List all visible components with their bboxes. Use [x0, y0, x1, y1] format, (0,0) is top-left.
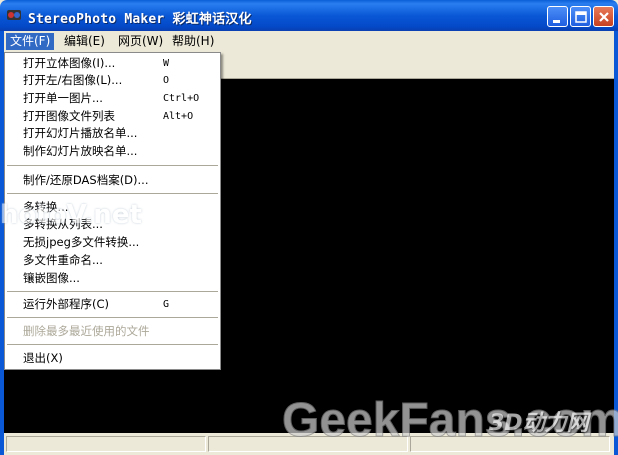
menu-item-open-left-right[interactable]: 打开左/右图像(L)... O: [5, 72, 220, 89]
menu-item-make-slideshow[interactable]: 制作幻灯片放映名单...: [5, 143, 220, 160]
menu-item-open-slideshow[interactable]: 打开幻灯片播放名单...: [5, 125, 220, 142]
menu-separator: [7, 317, 218, 318]
menu-item-das-archive[interactable]: 制作/还原DAS档案(D)...: [5, 172, 220, 189]
menu-item-mosaic[interactable]: 镶嵌图像...: [5, 270, 220, 287]
maximize-button[interactable]: [570, 6, 591, 27]
menu-web[interactable]: 网页(W): [114, 33, 167, 50]
menu-item-exit[interactable]: 退出(X): [5, 350, 220, 367]
menu-item-lossless-jpeg[interactable]: 无损jpeg多文件转换...: [5, 234, 220, 251]
menu-edit[interactable]: 编辑(E): [60, 33, 109, 50]
menu-help[interactable]: 帮助(H): [168, 33, 218, 50]
close-button[interactable]: [593, 6, 614, 27]
window-border-right: [614, 31, 618, 455]
menu-item-open-list[interactable]: 打开图像文件列表 Alt+O: [5, 108, 220, 125]
menu-item-open-stereo[interactable]: 打开立体图像(I)... W: [5, 55, 220, 72]
maximize-icon: [575, 11, 587, 23]
minimize-button[interactable]: [547, 6, 568, 27]
watermark-brand: 3D动力网: [489, 411, 589, 436]
menu-separator: [7, 344, 218, 345]
menu-item-open-single[interactable]: 打开单一图片... Ctrl+O: [5, 90, 220, 107]
menu-bar: 文件(F) 编辑(E) 网页(W) 帮助(H): [4, 31, 614, 52]
close-icon: [599, 12, 609, 22]
menu-file[interactable]: 文件(F): [6, 33, 55, 50]
watermark-left: hotoV.net: [0, 200, 142, 230]
menu-separator: [7, 291, 218, 292]
title-bar[interactable]: StereoPhoto Maker 彩虹神话汉化: [0, 0, 618, 31]
menu-item-multi-rename[interactable]: 多文件重命名...: [5, 252, 220, 269]
menu-item-clear-recent: 删除最多最近使用的文件: [23, 324, 150, 338]
menu-item-run-external[interactable]: 运行外部程序(C) G: [5, 296, 220, 313]
app-icon: [7, 10, 21, 20]
menu-separator: [7, 193, 218, 194]
minimize-icon: [553, 20, 560, 23]
menu-separator: [7, 165, 218, 166]
window-title: StereoPhoto Maker 彩虹神话汉化: [28, 12, 252, 27]
status-pane-1: [6, 436, 206, 452]
